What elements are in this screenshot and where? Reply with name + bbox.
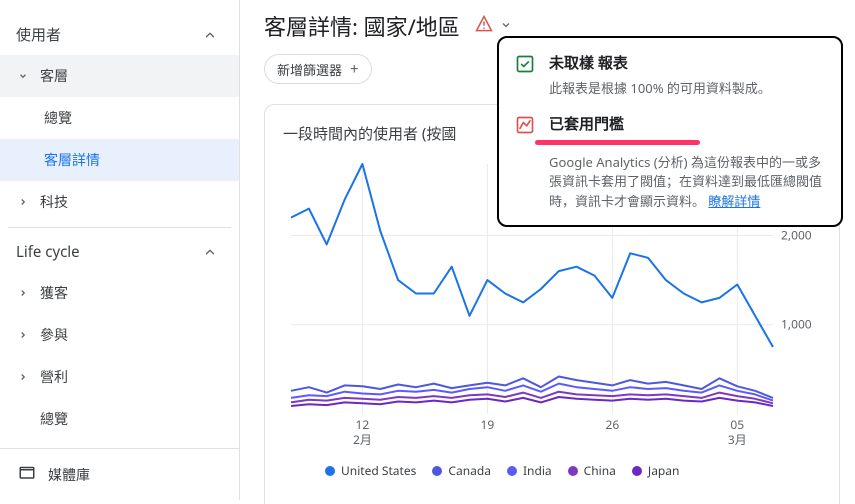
- unsampled-icon: [513, 52, 537, 99]
- plus-icon: +: [350, 59, 359, 79]
- add-filter-chip[interactable]: 新增篩選器 +: [264, 54, 372, 84]
- caret-right-icon: [16, 286, 30, 300]
- popover-body-2: Google Analytics (分析) 為這份報表中的一或多張資訊卡套用了閥…: [549, 153, 825, 212]
- sidebar-item-label: 獲客: [40, 283, 68, 303]
- legend-label: United States: [341, 462, 416, 479]
- popover-body-1: 此報表是根據 100% 的可用資料製成。: [549, 79, 771, 99]
- legend-label: Japan: [648, 462, 680, 479]
- divider: [8, 227, 231, 228]
- sidebar-item-label: 營利: [40, 367, 68, 387]
- popover-title-2: 已套用門檻: [549, 113, 825, 134]
- threshold-icon: [513, 113, 537, 212]
- chart-legend: United States Canada India China Japan: [283, 462, 821, 479]
- data-quality-popover: 未取樣 報表 此報表是根據 100% 的可用資料製成。 已套用門檻 Google…: [497, 36, 843, 227]
- legend-item[interactable]: India: [507, 462, 552, 479]
- svg-text:1,000: 1,000: [781, 316, 812, 333]
- sidebar-item-label: 總覽: [40, 409, 68, 429]
- sidebar-item-overview-2[interactable]: 總覽: [0, 398, 239, 440]
- sidebar-item-label: 總覽: [44, 108, 72, 128]
- sidebar-footer-label: 媒體庫: [48, 465, 90, 485]
- legend-dot: [432, 466, 442, 476]
- chip-label: 新增篩選器: [277, 60, 342, 79]
- sidebar-item-monetization[interactable]: 營利: [0, 356, 239, 398]
- caret-down-icon: [16, 69, 30, 83]
- legend-dot: [325, 466, 335, 476]
- sidebar-item-acquisition[interactable]: 獲客: [0, 272, 239, 314]
- sidebar-item-label: 科技: [40, 192, 68, 212]
- svg-text:2,000: 2,000: [781, 226, 812, 243]
- sidebar-item-label: 客層詳情: [44, 150, 100, 170]
- caret-right-icon: [16, 195, 30, 209]
- alert-icon: [474, 14, 494, 39]
- sidebar: 使用者 客層 總覽 客層詳情 科技 Life cycle: [0, 0, 240, 500]
- legend-label: India: [523, 462, 552, 479]
- caret-right-icon: [16, 370, 30, 384]
- sidebar-section-label: 使用者: [16, 24, 61, 45]
- annotation-highlight: [535, 140, 700, 145]
- legend-label: China: [584, 462, 616, 479]
- sidebar-section-lifecycle[interactable]: Life cycle: [0, 232, 239, 272]
- chevron-down-icon: [500, 17, 512, 36]
- chevron-up-icon: [201, 26, 219, 44]
- sidebar-item-overview[interactable]: 總覽: [0, 97, 239, 139]
- chevron-up-icon: [201, 243, 219, 261]
- sidebar-item-demographics[interactable]: 客層: [0, 55, 239, 97]
- svg-text:26: 26: [605, 416, 619, 433]
- svg-text:3月: 3月: [728, 431, 747, 448]
- sidebar-item-tech[interactable]: 科技: [0, 181, 239, 223]
- popover-title-1: 未取樣 報表: [549, 52, 771, 73]
- sidebar-item-engagement[interactable]: 參與: [0, 314, 239, 356]
- svg-text:19: 19: [481, 416, 495, 433]
- library-icon: [18, 463, 36, 486]
- sidebar-footer-library[interactable]: 媒體庫: [0, 448, 239, 500]
- main-content: 客層詳情: 國家/地區 新增篩選器 + 一段時間內的使用者 (按國 1,0002…: [240, 0, 855, 500]
- legend-item[interactable]: Canada: [432, 462, 491, 479]
- caret-right-icon: [16, 328, 30, 342]
- page-title: 客層詳情: 國家/地區: [264, 10, 460, 42]
- legend-item[interactable]: Japan: [632, 462, 680, 479]
- sidebar-item-label: 參與: [40, 325, 68, 345]
- learn-more-link[interactable]: 瞭解詳情: [708, 192, 760, 210]
- legend-dot: [632, 466, 642, 476]
- legend-dot: [507, 466, 517, 476]
- legend-item[interactable]: China: [568, 462, 616, 479]
- sidebar-section-users[interactable]: 使用者: [0, 14, 239, 55]
- sidebar-item-label: 客層: [40, 66, 68, 86]
- legend-item[interactable]: United States: [325, 462, 416, 479]
- legend-label: Canada: [448, 462, 491, 479]
- legend-dot: [568, 466, 578, 476]
- sidebar-section-label: Life cycle: [16, 242, 80, 262]
- svg-text:2月: 2月: [353, 431, 372, 448]
- sidebar-item-demographics-detail[interactable]: 客層詳情: [0, 139, 239, 181]
